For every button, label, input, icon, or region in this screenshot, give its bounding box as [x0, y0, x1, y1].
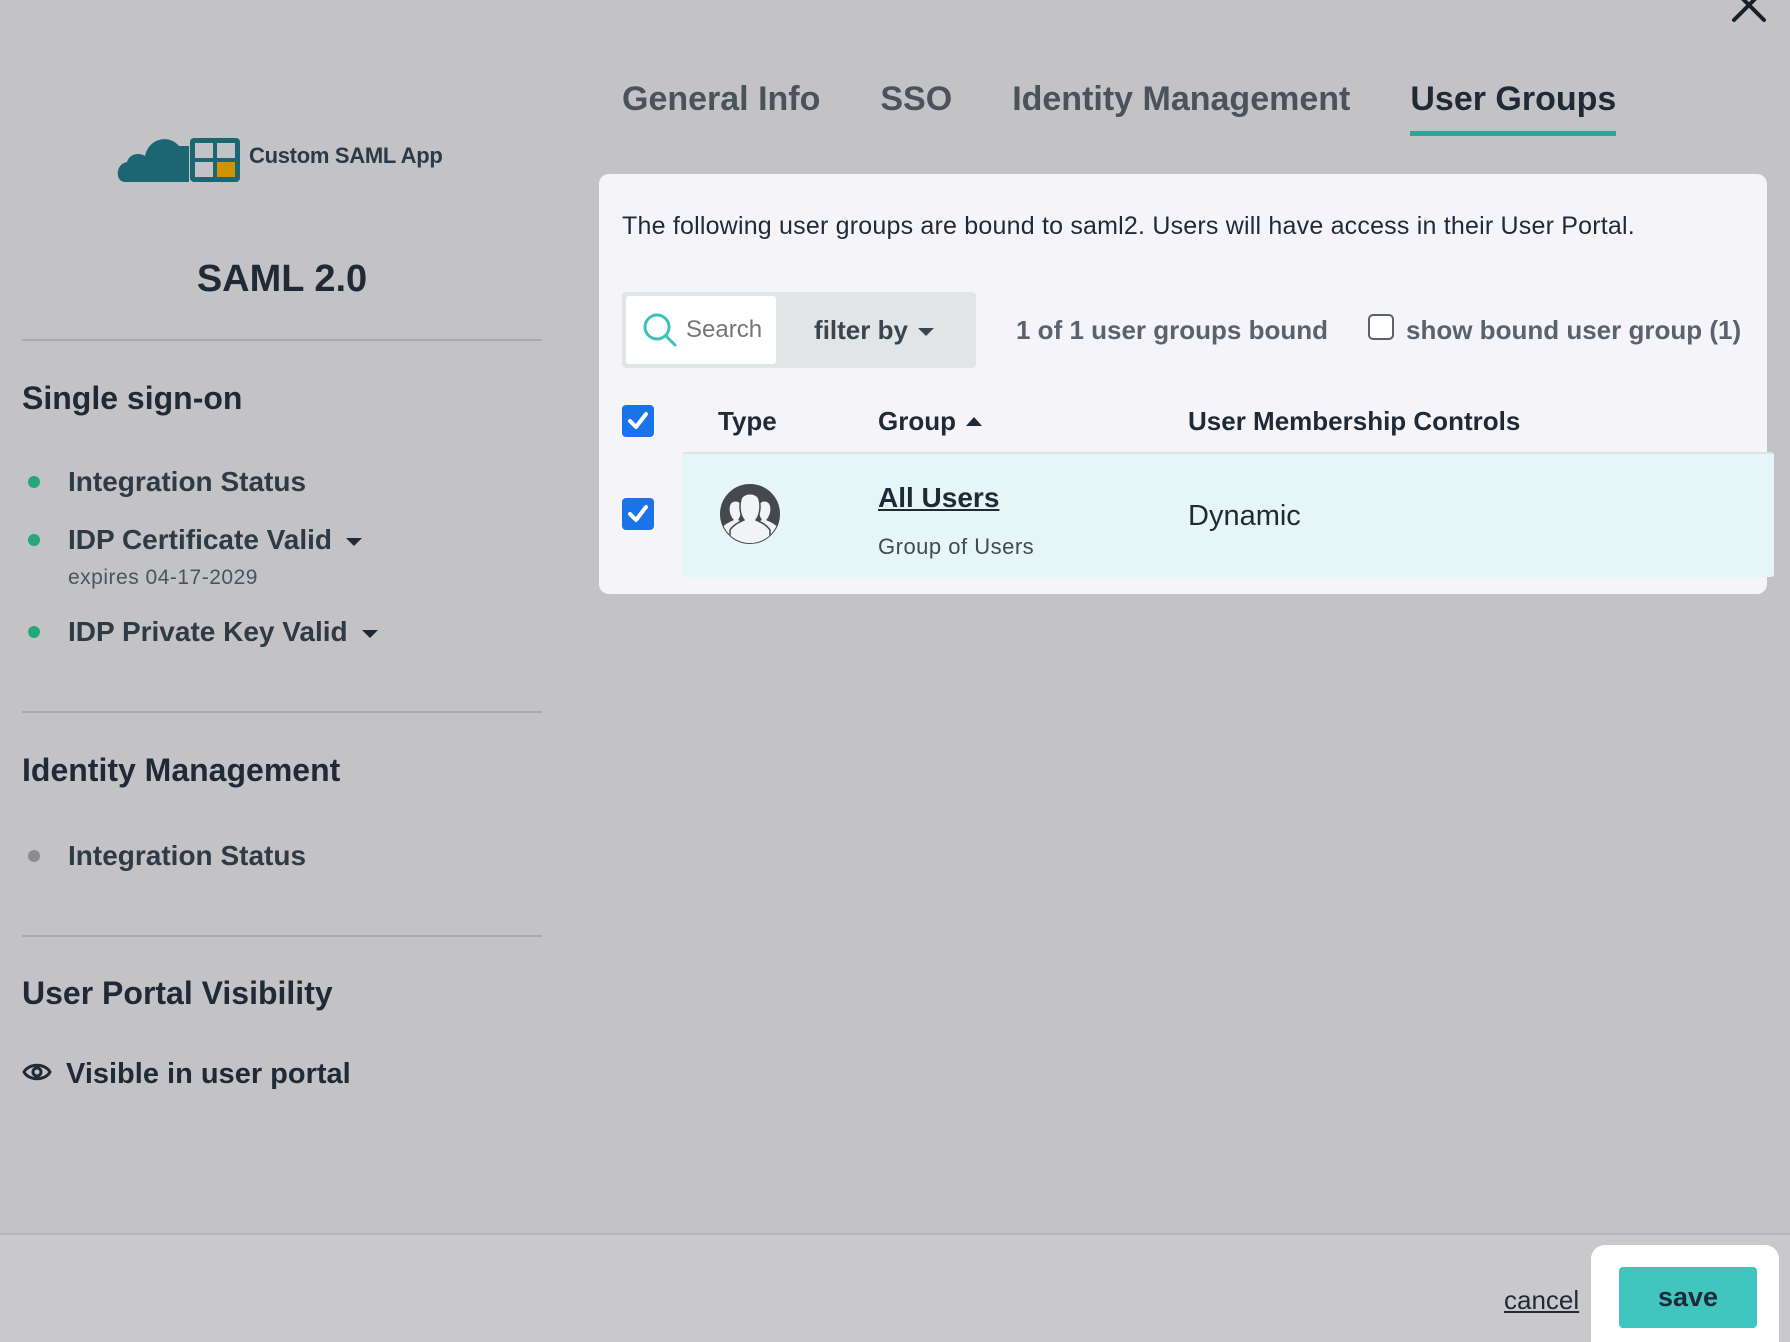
search-box [626, 296, 776, 364]
tab-general-info[interactable]: General Info [622, 80, 820, 136]
column-header-membership: User Membership Controls [1188, 405, 1521, 436]
search-icon [643, 313, 677, 347]
table-header: Type Group User Membership Controls [622, 396, 1762, 446]
chevron-down-icon [361, 630, 378, 638]
group-name-link[interactable]: All Users [878, 482, 999, 514]
row-checkbox[interactable] [622, 498, 654, 530]
filter-by-dropdown[interactable]: filter by [776, 296, 972, 364]
logo-text: Custom SAML App [249, 143, 443, 168]
app-logo: Custom SAML App [117, 128, 443, 184]
checkmark-icon [628, 505, 648, 522]
column-header-label: Group [878, 405, 956, 436]
table-row[interactable]: All Users Group of Users Dynamic [682, 452, 1774, 577]
status-label: IDP Certificate Valid [68, 524, 333, 555]
im-integration-status: Integration Status [28, 840, 306, 872]
status-dot-icon [28, 850, 40, 862]
app-type-title: SAML 2.0 [196, 258, 368, 300]
portal-visibility-section-title: User Portal Visibility [22, 975, 333, 1011]
bound-count: 1 of 1 user groups bound [1016, 314, 1329, 345]
filter-label: filter by [814, 314, 908, 345]
cloud-grid-logo-icon [117, 138, 240, 182]
tab-identity-management[interactable]: Identity Management [1012, 80, 1350, 136]
status-label: IDP Private Key Valid [68, 616, 348, 647]
eye-icon [22, 1063, 52, 1080]
show-bound-label: show bound user group (1) [1406, 314, 1742, 345]
idp-certificate-status[interactable]: IDP Certificate Valid [28, 524, 363, 556]
show-bound-checkbox[interactable] [1368, 314, 1395, 340]
close-button[interactable] [1730, 0, 1768, 24]
status-dot-icon [28, 534, 40, 546]
tab-sso[interactable]: SSO [880, 80, 952, 136]
save-button-container: save [1591, 1245, 1779, 1342]
divider [22, 935, 542, 937]
footer-bar: cancel save [0, 1233, 1790, 1342]
search-input[interactable] [686, 316, 766, 344]
show-bound-toggle[interactable]: show bound user group (1) [1368, 314, 1742, 346]
status-label: Integration Status [68, 840, 307, 871]
status-label: Integration Status [68, 466, 307, 497]
tab-user-groups[interactable]: User Groups [1410, 80, 1617, 136]
idp-private-key-status[interactable]: IDP Private Key Valid [28, 616, 378, 648]
status-dot-icon [28, 626, 40, 638]
sso-section-title: Single sign-on [22, 380, 243, 416]
save-button[interactable]: save [1619, 1267, 1757, 1328]
tab-bar: General Info SSO Identity Management Use… [622, 80, 1617, 136]
certificate-expiry: expires 04-17-2029 [68, 566, 258, 589]
divider [22, 339, 542, 341]
sso-integration-status: Integration Status [28, 466, 306, 498]
user-group-icon [720, 484, 780, 544]
chevron-down-icon [346, 538, 363, 546]
user-groups-panel: The following user groups are bound to s… [599, 174, 1774, 594]
group-description: Group of Users [878, 534, 1035, 559]
portal-visibility-status: Visible in user portal [22, 1058, 351, 1091]
divider [22, 711, 542, 713]
column-header-type: Type [718, 405, 777, 436]
select-all-checkbox[interactable] [622, 405, 654, 437]
status-dot-icon [28, 476, 40, 488]
panel-description: The following user groups are bound to s… [622, 212, 1635, 240]
chevron-down-icon [917, 328, 934, 336]
checkmark-icon [628, 412, 648, 429]
identity-management-section-title: Identity Management [22, 752, 341, 788]
cancel-button[interactable]: cancel [1504, 1285, 1579, 1316]
visibility-label: Visible in user portal [66, 1058, 351, 1090]
search-filter-group: filter by [622, 292, 976, 368]
groups-toolbar: filter by 1 of 1 user groups bound show … [622, 292, 1741, 368]
column-header-group[interactable]: Group [878, 406, 982, 437]
sort-ascending-icon [966, 416, 982, 426]
close-icon [1732, 0, 1766, 22]
membership-control: Dynamic [1188, 500, 1301, 532]
